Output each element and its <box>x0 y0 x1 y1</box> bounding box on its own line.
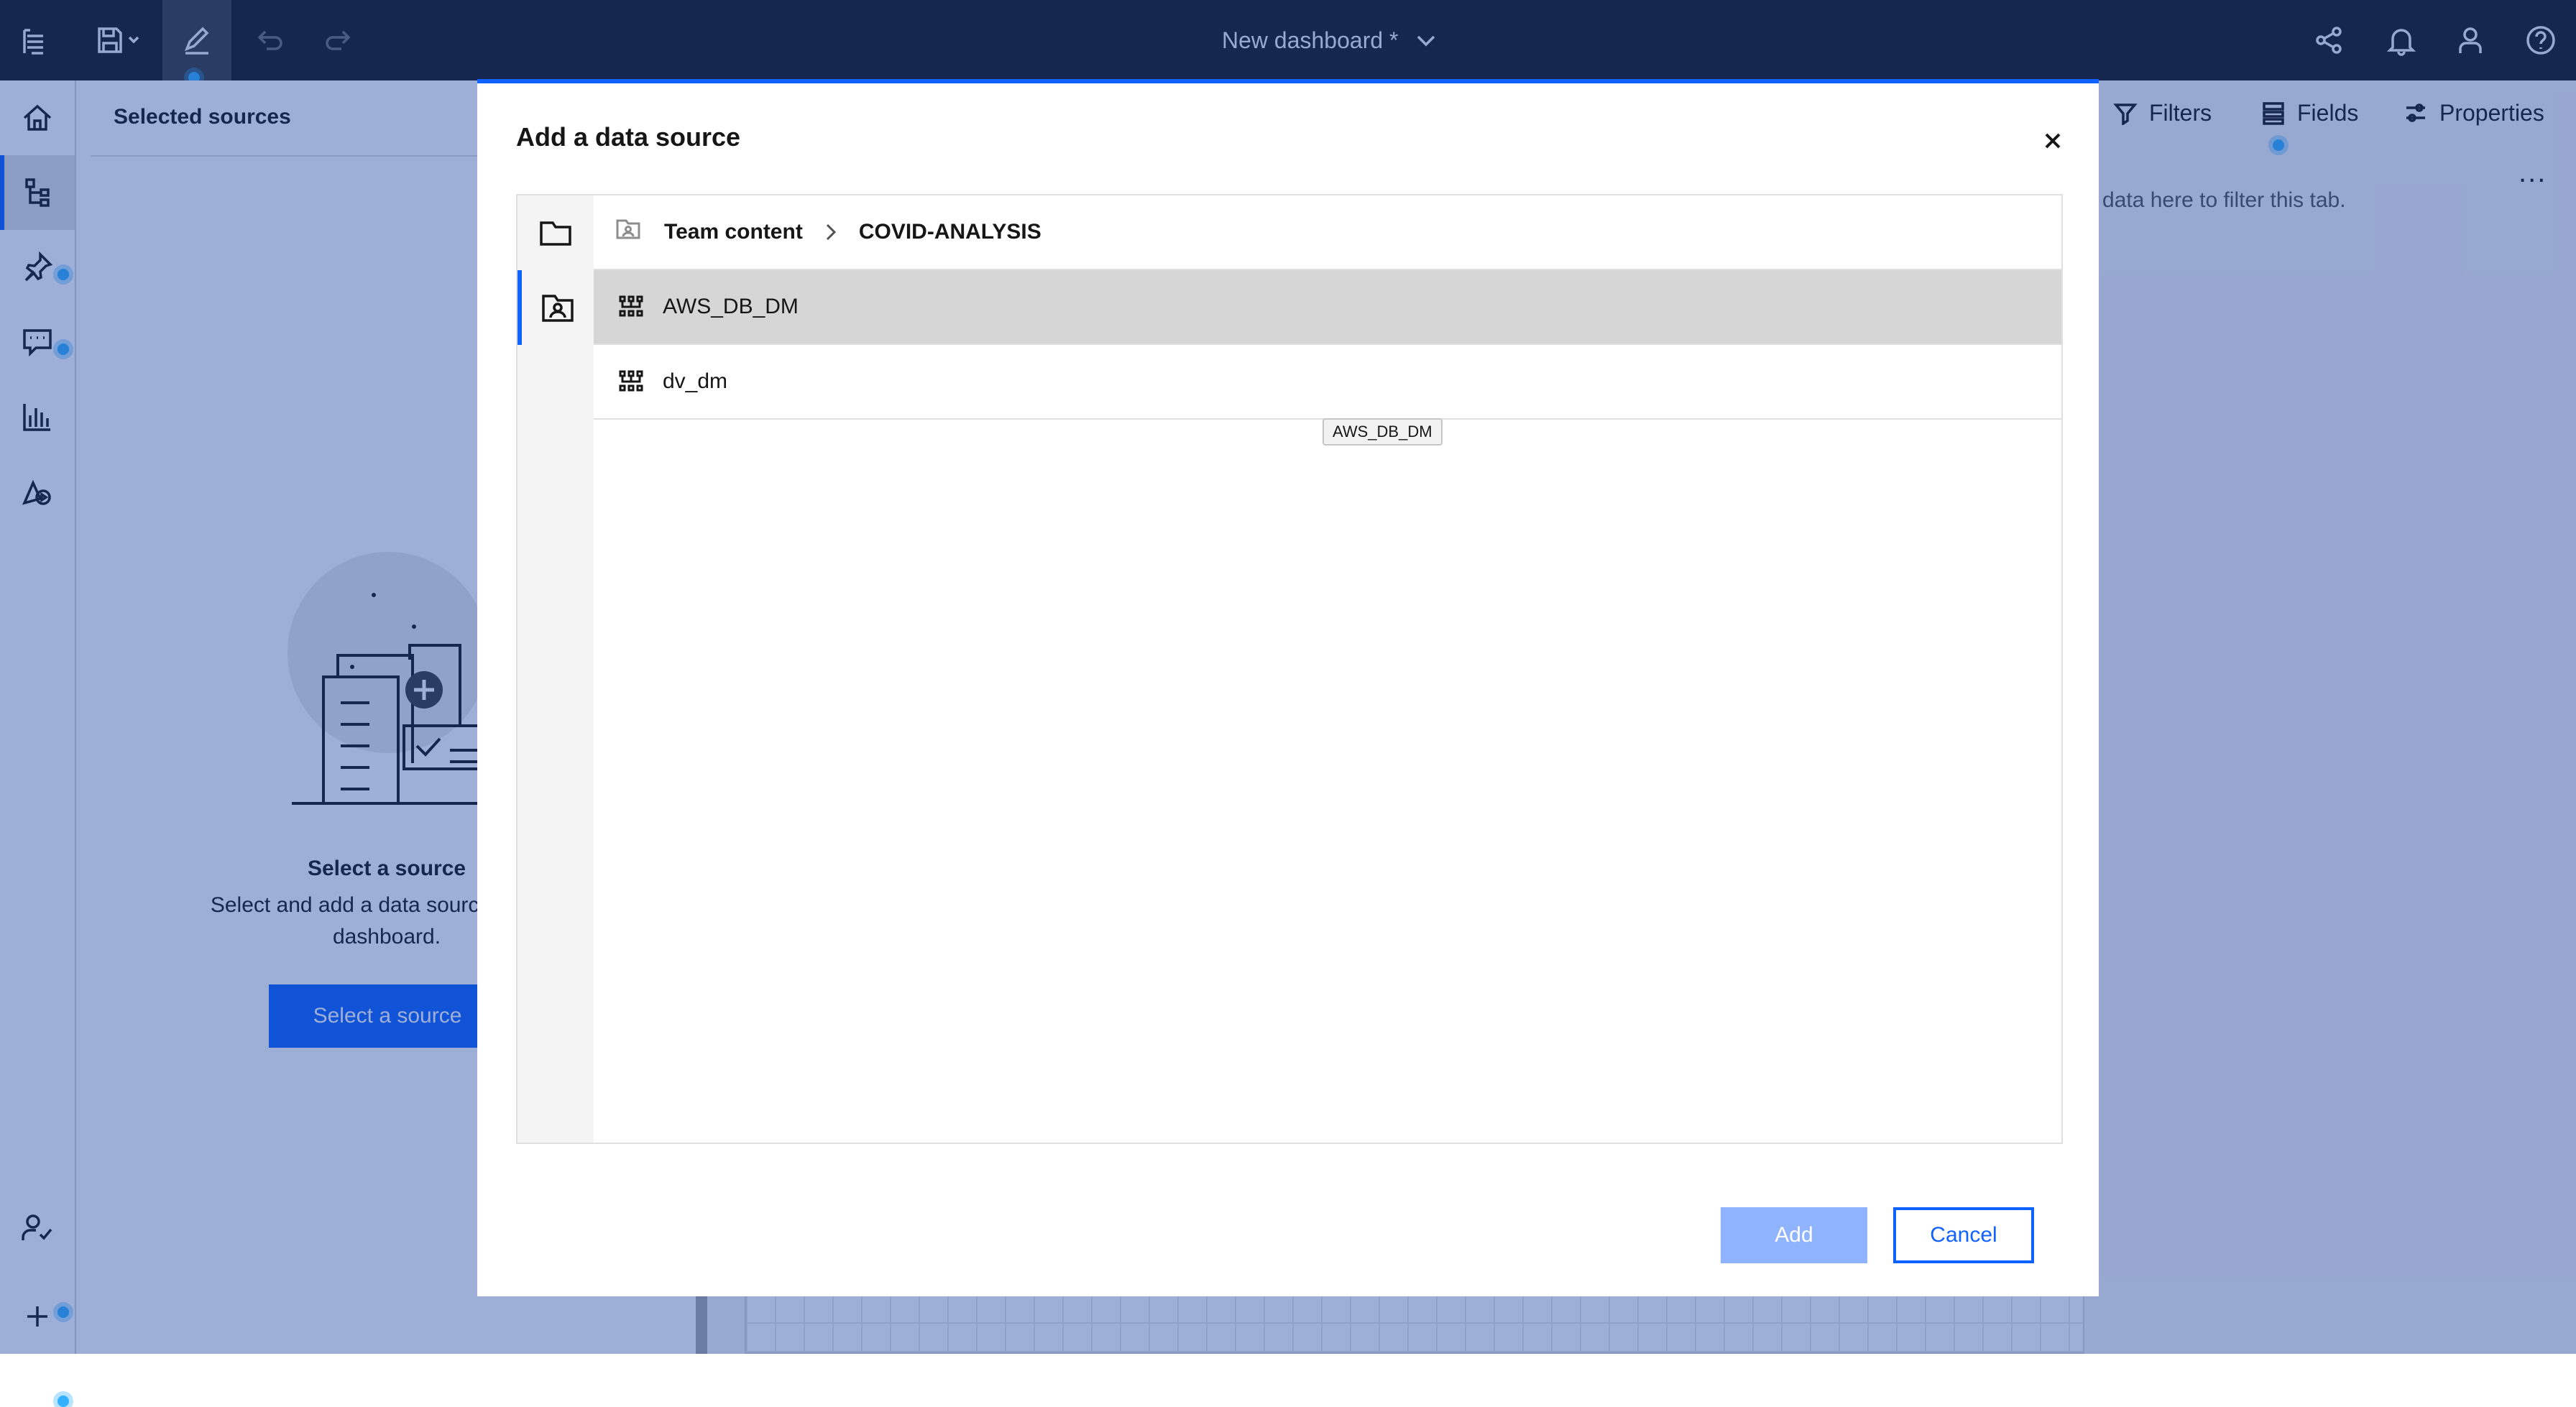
breadcrumb-current: COVID-ANALYSIS <box>858 220 1041 244</box>
close-button[interactable] <box>2037 125 2069 157</box>
tab-my-content[interactable] <box>518 195 594 270</box>
location-tabs <box>518 195 594 1143</box>
add-data-source-dialog: Add a data source Team content COVID-ANA… <box>477 79 2099 1296</box>
breadcrumb: Team content COVID-ANALYSIS <box>594 195 2061 270</box>
cancel-button[interactable]: Cancel <box>1893 1207 2034 1263</box>
add-button[interactable]: Add <box>1721 1207 1867 1263</box>
team-folder-icon <box>615 216 641 248</box>
source-name-tooltip: AWS_DB_DM <box>1322 418 1443 446</box>
source-browser: Team content COVID-ANALYSIS AWS_DB_DM dv… <box>516 194 2063 1144</box>
data-module-icon <box>619 370 643 392</box>
app-root: New dashboard * Selected sources Select … <box>0 0 2576 1407</box>
close-icon <box>2045 133 2061 149</box>
team-folder-icon <box>542 295 574 322</box>
breadcrumb-root[interactable]: Team content <box>664 220 803 244</box>
data-module-icon <box>619 295 643 317</box>
add-indicator <box>58 1396 69 1407</box>
chevron-right-icon <box>826 223 836 241</box>
source-name: AWS_DB_DM <box>663 295 799 318</box>
source-row-dv-dm[interactable]: dv_dm <box>594 345 2061 420</box>
folder-icon <box>540 221 571 246</box>
source-row-aws-db-dm[interactable]: AWS_DB_DM <box>594 270 2061 345</box>
dialog-title: Add a data source <box>516 122 741 152</box>
source-name: dv_dm <box>663 369 728 393</box>
tab-team-content[interactable] <box>518 270 594 345</box>
